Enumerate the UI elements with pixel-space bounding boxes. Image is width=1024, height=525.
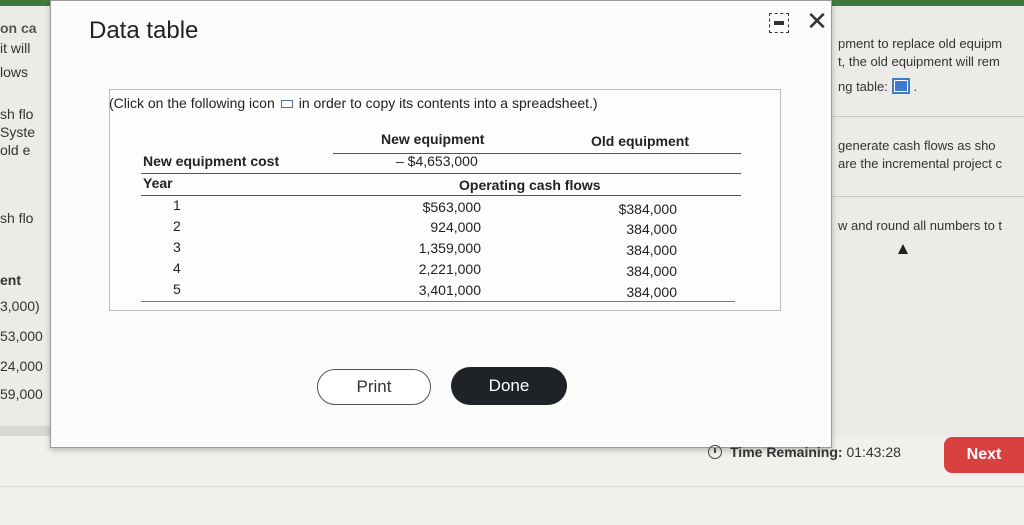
copy-icon[interactable] [280, 100, 293, 109]
old-cash-flow-cell: $384,000 [618, 201, 677, 217]
instruction-text: (Click on the following icon [109, 95, 275, 111]
table-bottom-rule [141, 301, 735, 302]
header-old-equipment: Old equipment [591, 133, 689, 149]
dialog-title: Data table [89, 17, 199, 44]
year-cell: 1 [173, 197, 181, 213]
bg-text: ent [0, 272, 21, 288]
bg-text: on ca [0, 20, 37, 36]
bg-text: 59,000 [0, 386, 43, 402]
background-right-panel: pment to replace old equipm t, the old e… [826, 6, 1024, 436]
operating-cash-flows-header: Operating cash flows [459, 177, 601, 193]
bg-text: t, the old equipment will rem [838, 54, 1000, 69]
spreadsheet-icon[interactable] [891, 78, 910, 94]
new-cash-flow-cell: $563,000 [422, 199, 481, 215]
year-cell: 5 [173, 281, 181, 297]
bg-text: ng table: . [838, 78, 918, 94]
data-table-dialog: Data table ✕ (Click on the following ico… [50, 0, 832, 448]
year-cell: 4 [173, 260, 181, 276]
new-cash-flow-cell: 924,000 [430, 219, 481, 235]
bg-text: sh flo [0, 210, 34, 226]
bg-text: w and round all numbers to t [838, 218, 1003, 233]
new-equipment-cost-value: – $4,653,000 [396, 153, 478, 169]
new-cash-flow-cell: 3,401,000 [418, 282, 481, 298]
divider [826, 196, 1024, 197]
bg-text: 24,000 [0, 358, 43, 374]
bg-text: pment to replace old equipm [838, 36, 1003, 51]
timer-label: Time Remaining: [730, 444, 843, 460]
row-rule [141, 195, 741, 196]
old-cash-flow-cell: 384,000 [626, 284, 677, 300]
year-cell: 3 [173, 239, 181, 255]
print-button[interactable]: Print [317, 369, 431, 405]
row-rule [141, 173, 741, 174]
timer-value: 01:43:28 [846, 444, 901, 460]
bg-text: Syste [0, 124, 36, 140]
close-icon[interactable]: ✕ [805, 7, 829, 35]
old-cash-flow-cell: 384,000 [626, 242, 677, 258]
minimize-button[interactable] [769, 13, 789, 33]
done-button[interactable]: Done [451, 367, 567, 405]
mouse-cursor-icon [898, 244, 908, 254]
new-cash-flow-cell: 2,221,000 [418, 261, 481, 277]
new-equipment-cost-label: New equipment cost [143, 153, 280, 169]
bg-text: 53,000 [0, 328, 43, 344]
bg-text: old e [0, 142, 31, 158]
divider [826, 116, 1024, 117]
bg-text: are the incremental project c [838, 156, 1003, 171]
time-remaining: Time Remaining: 01:43:28 [708, 444, 901, 460]
header-rule [333, 153, 741, 154]
new-cash-flow-cell: 1,359,000 [418, 240, 481, 256]
next-button[interactable]: Next [944, 437, 1024, 473]
clock-icon [708, 445, 722, 459]
old-cash-flow-cell: 384,000 [626, 221, 677, 237]
year-cell: 2 [173, 218, 181, 234]
bg-text: lows [0, 64, 29, 80]
divider [0, 486, 1024, 487]
year-header: Year [143, 175, 173, 191]
bg-text: 3,000) [0, 298, 40, 314]
bg-text: sh flo [0, 106, 34, 122]
header-new-equipment: New equipment [381, 131, 485, 147]
copy-instruction: (Click on the following icon in order to … [109, 95, 598, 111]
instruction-text: in order to copy its contents into a spr… [298, 95, 598, 111]
bg-text: it will [0, 40, 31, 56]
bg-text: generate cash flows as sho [838, 138, 996, 153]
old-cash-flow-cell: 384,000 [626, 263, 677, 279]
bg-text-span: ng table: [838, 79, 888, 94]
